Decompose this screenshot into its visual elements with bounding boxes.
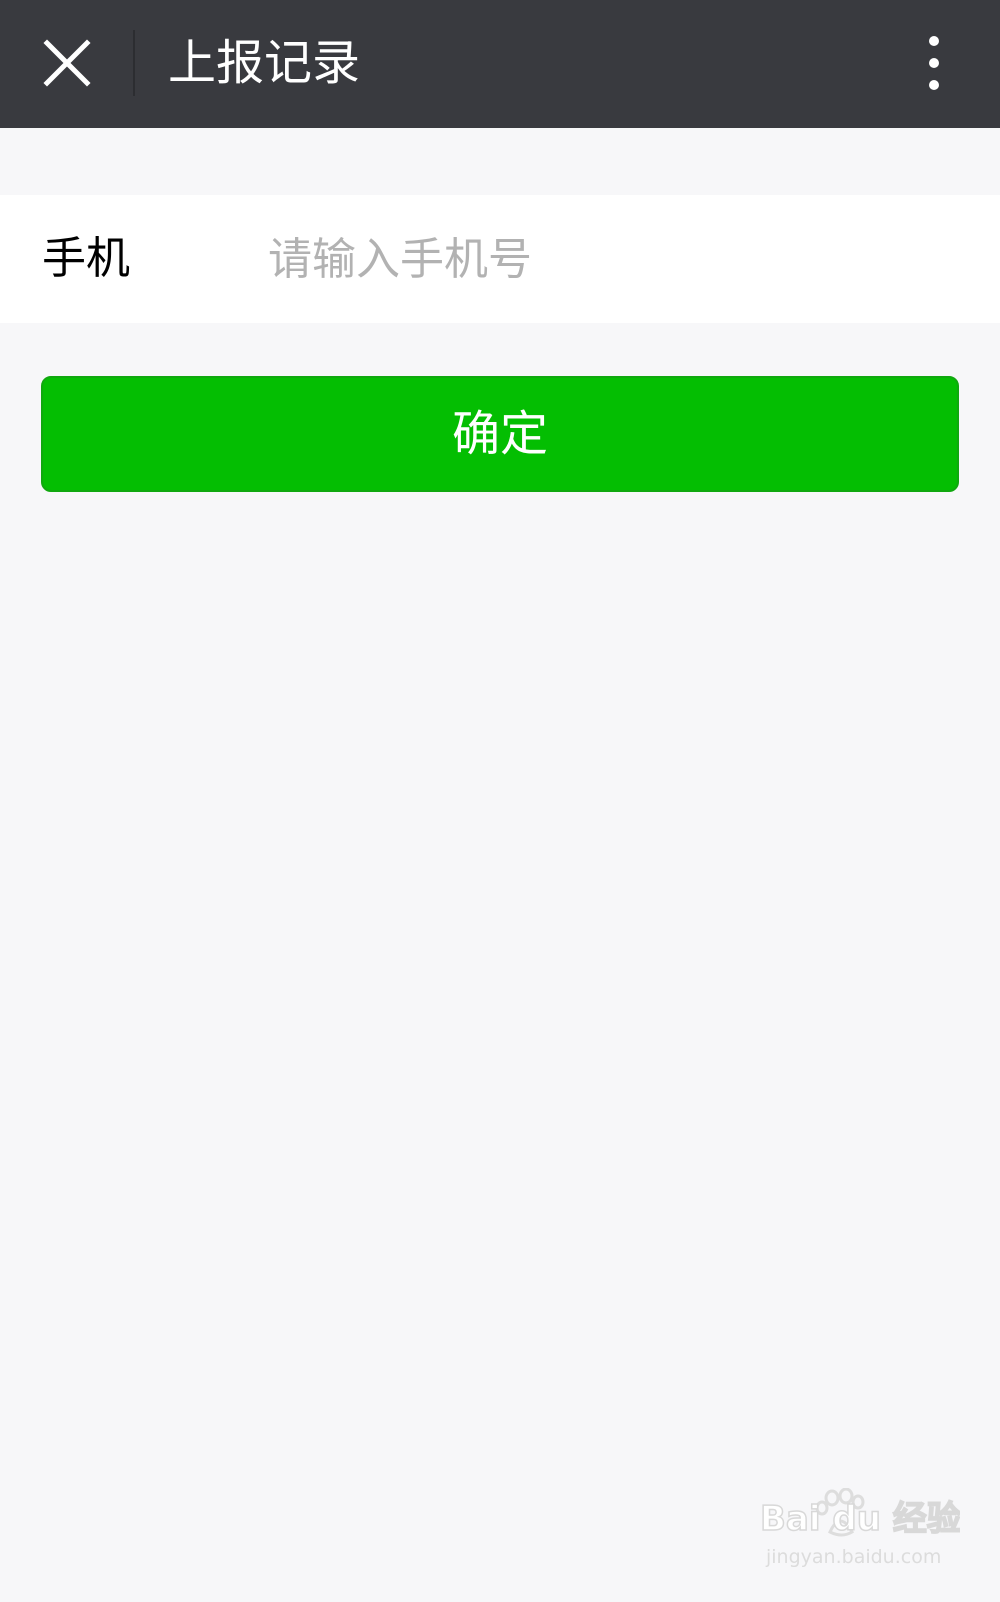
baidu-jingyan-watermark: Bai du 经验 jingyan.baidu.com [760,1488,960,1584]
confirm-button[interactable]: 确定 [41,376,959,492]
baidu-paw-logo-icon: Bai du 经验 [760,1488,960,1540]
close-icon [43,39,91,87]
watermark-logo-text: Bai du 经验 [760,1499,960,1539]
phone-input[interactable] [268,219,968,299]
more-vertical-icon [929,36,939,90]
more-options-button[interactable] [906,30,962,96]
page-title: 上报记录 [168,35,361,91]
topbar-divider [133,30,135,96]
phone-label: 手机 [42,233,130,284]
watermark-url: jingyan.baidu.com [766,1546,942,1568]
phone-form-row: 手机 [0,195,1000,323]
close-button[interactable] [34,30,100,96]
top-navigation-bar: 上报记录 [0,0,1000,128]
